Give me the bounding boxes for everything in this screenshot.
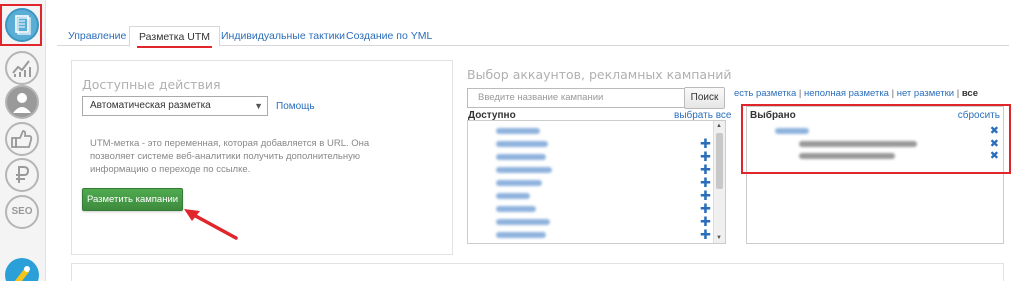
- accounts-title: Выбор аккаунтов, рекламных кампаний: [467, 67, 732, 82]
- tab-bar: Управление Разметка UTM Индивидуальные т…: [57, 26, 1009, 48]
- utm-description: UTM-метка - это переменная, которая доба…: [90, 138, 370, 175]
- list-item[interactable]: ✚: [468, 150, 714, 164]
- list-item[interactable]: ✚: [468, 163, 714, 177]
- logo-icon[interactable]: [5, 258, 39, 281]
- tab-management[interactable]: Управление: [59, 26, 135, 47]
- list-item[interactable]: ✚: [468, 137, 714, 151]
- sidebar: SEO: [0, 0, 46, 281]
- scroll-up-icon[interactable]: ▲: [716, 123, 722, 129]
- filter-no-markup[interactable]: нет разметки: [897, 88, 954, 99]
- filter-has-markup[interactable]: есть разметка: [734, 88, 796, 99]
- list-scrollbar[interactable]: ▲ ▼: [713, 121, 725, 243]
- available-campaigns-list[interactable]: ✚ ✚ ✚ ✚ ✚ ✚ ✚ ✚ ▲ ▼: [467, 120, 726, 244]
- scroll-thumb[interactable]: [716, 133, 723, 189]
- actions-title: Доступные действия: [82, 77, 221, 92]
- actions-panel: Доступные действия Автоматическая размет…: [71, 60, 453, 255]
- list-item[interactable]: ✚: [468, 202, 714, 216]
- mark-campaigns-button[interactable]: Разметить кампании: [82, 188, 183, 211]
- seo-icon[interactable]: SEO: [5, 195, 39, 229]
- chevron-down-icon: ▼: [254, 101, 263, 111]
- filter-partial-markup[interactable]: неполная разметка: [804, 88, 889, 99]
- documents-icon[interactable]: [5, 8, 39, 42]
- list-item[interactable]: ✚: [468, 228, 714, 242]
- list-item[interactable]: [468, 125, 714, 138]
- markup-type-select[interactable]: Автоматическая разметка ▼: [82, 96, 268, 116]
- tab-individual-tactics[interactable]: Индивидуальные тактики: [212, 26, 354, 47]
- thumbs-up-icon[interactable]: [5, 122, 39, 156]
- tab-utm-markup[interactable]: Разметка UTM: [129, 26, 221, 48]
- list-item[interactable]: ✚: [468, 215, 714, 229]
- list-item[interactable]: ✚: [468, 176, 714, 190]
- tab-yml-creation[interactable]: Создание по YML: [337, 26, 441, 47]
- red-arrow-annotation: [184, 209, 238, 240]
- user-icon[interactable]: [5, 85, 39, 119]
- ruble-icon[interactable]: [5, 158, 39, 192]
- list-item[interactable]: ✚: [468, 189, 714, 203]
- filter-all[interactable]: все: [962, 88, 978, 99]
- campaign-search-input[interactable]: Введите название кампании: [467, 88, 685, 108]
- chart-growth-icon[interactable]: [5, 51, 39, 85]
- markup-filters: есть разметка | неполная разметка | нет …: [734, 88, 978, 99]
- search-button[interactable]: Поиск: [684, 87, 725, 109]
- add-icon[interactable]: ✚: [700, 228, 711, 241]
- markup-type-value: Автоматическая разметка: [90, 100, 211, 111]
- help-link[interactable]: Помощь: [276, 101, 315, 112]
- bottom-panel: [71, 263, 1004, 281]
- selection-highlight-annotation: [741, 104, 1011, 174]
- scroll-down-icon[interactable]: ▼: [716, 235, 722, 241]
